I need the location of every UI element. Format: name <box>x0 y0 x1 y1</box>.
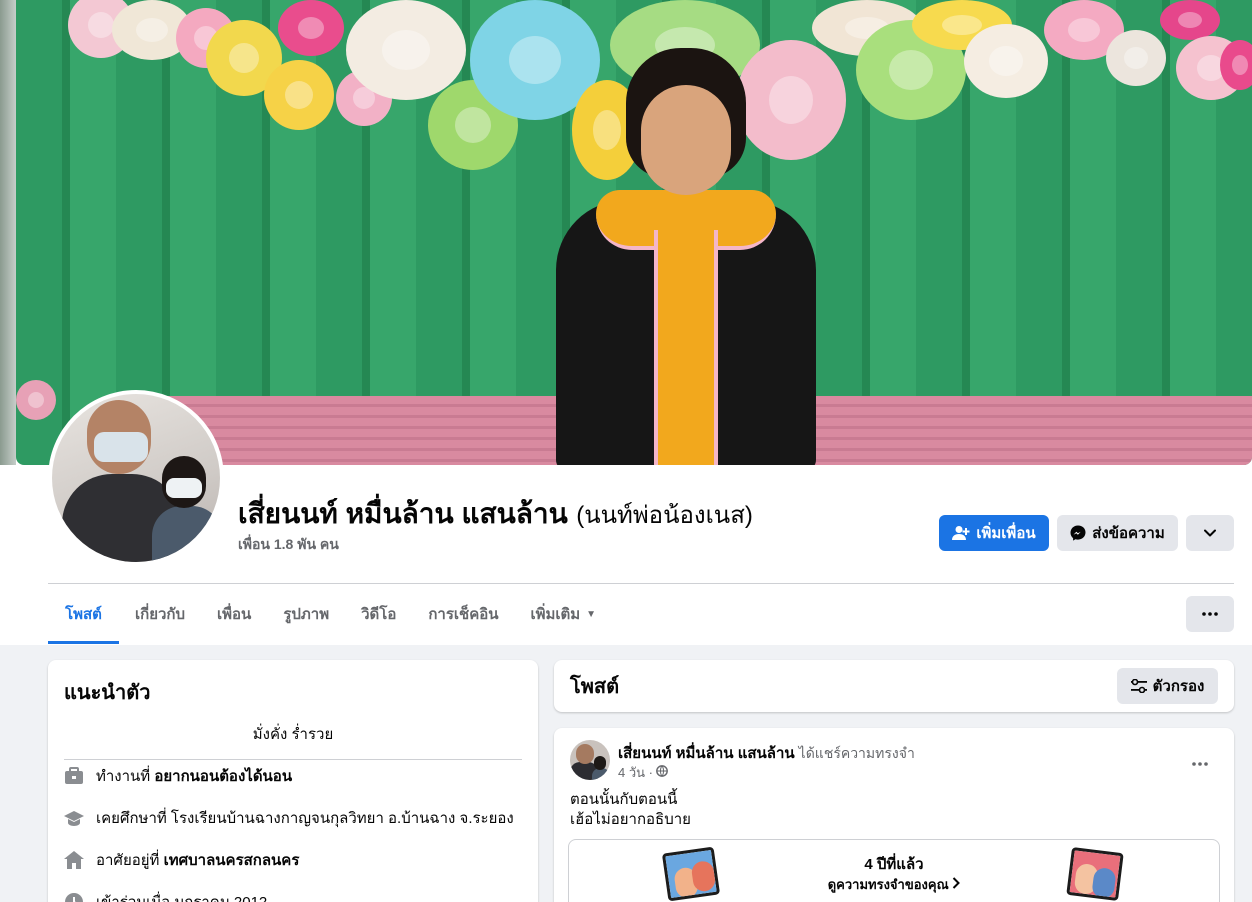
messenger-icon <box>1070 525 1086 541</box>
profile-dropdown-button[interactable] <box>1186 515 1234 551</box>
ellipsis-icon <box>1202 612 1218 616</box>
friends-count[interactable]: เพื่อน 1.8 พัน คน <box>238 534 339 556</box>
person-plus-icon <box>952 525 970 541</box>
lives-place[interactable]: เทศบาลนครสกลนคร <box>164 852 300 869</box>
flower <box>346 0 466 100</box>
profile-name-block: เสี่ยนนท์ หมื่นล้าน แสนล้าน (นนท์พ่อน้อง… <box>238 492 753 536</box>
flower <box>1106 30 1166 86</box>
clock-icon <box>64 892 84 902</box>
ellipsis-icon <box>1192 750 1208 771</box>
flower <box>1160 0 1220 40</box>
tab-videos[interactable]: วิดีโอ <box>345 584 412 644</box>
graduation-cap-icon <box>64 808 84 828</box>
chevron-right-icon <box>952 877 961 892</box>
joined-text: เข้าร่วมเมื่อ มกราคม 2012 <box>96 890 267 902</box>
post-card: เสี่ยนนท์ หมื่นล้าน แสนล้าน ได้แชร์ความทร… <box>554 728 1234 902</box>
add-friend-label: เพิ่มเพื่อน <box>976 525 1036 542</box>
flower <box>1220 40 1252 90</box>
profile-alternate-name: (นนท์พ่อน้องเนส) <box>576 502 753 529</box>
flower <box>964 24 1048 98</box>
sliders-icon <box>1130 679 1147 693</box>
globe-icon <box>656 765 668 780</box>
intro-title: แนะนำตัว <box>64 682 151 704</box>
intro-bio: มั่งคั่ง ร่ำรวย <box>252 726 334 743</box>
post-options-button[interactable] <box>1182 742 1218 778</box>
filter-label: ตัวกรอง <box>1152 678 1205 695</box>
left-edge-strip <box>0 0 16 465</box>
profile-picture[interactable] <box>48 390 224 566</box>
message-button[interactable]: ส่งข้อความ <box>1057 515 1178 551</box>
child-in-graduation-gown <box>536 40 836 465</box>
tabs-more-options-button[interactable] <box>1186 596 1234 632</box>
cover-photo[interactable] <box>16 0 1252 465</box>
memory-illustration <box>1066 847 1124 901</box>
post-author-name[interactable]: เสี่ยนนท์ หมื่นล้าน แสนล้าน <box>618 745 795 762</box>
intro-education-row: เคยศึกษาที่ โรงเรียนบ้านฉางกาญจนกุลวิทยา… <box>64 806 514 830</box>
caret-down-icon: ▼ <box>586 608 597 620</box>
post-author-avatar[interactable] <box>570 740 610 780</box>
intro-divider <box>64 759 522 760</box>
avatar <box>52 394 220 562</box>
intro-card: แนะนำตัว มั่งคั่ง ร่ำรวย ทำงานที่ อยากนอ… <box>48 660 538 902</box>
post-text-line: ตอนนั้นกับตอนนี้ <box>570 791 678 808</box>
posts-title: โพสต์ <box>570 676 620 698</box>
chevron-down-icon <box>1204 529 1216 537</box>
tab-posts[interactable]: โพสต์ <box>48 584 119 644</box>
flower <box>16 380 56 420</box>
see-memories-link[interactable]: ดูความทรงจำของคุณ <box>569 874 1219 895</box>
intro-lives-row: อาศัยอยู่ที่ เทศบาลนครสกลนคร <box>64 848 299 872</box>
posts-header-card: โพสต์ ตัวกรอง <box>554 660 1234 712</box>
filter-button[interactable]: ตัวกรอง <box>1117 668 1218 704</box>
post-action-text: ได้แชร์ความทรงจำ <box>798 745 915 761</box>
home-icon <box>64 850 84 870</box>
flower <box>264 60 334 130</box>
post-text: ตอนนั้นกับตอนนี้ เฮ้อไม่อยากอธิบาย <box>570 790 691 830</box>
tab-friends[interactable]: เพื่อน <box>201 584 267 644</box>
flower <box>278 0 344 56</box>
tab-photos[interactable]: รูปภาพ <box>267 584 345 644</box>
tab-about[interactable]: เกี่ยวกับ <box>119 584 201 644</box>
tab-check-ins[interactable]: การเช็คอิน <box>412 584 514 644</box>
profile-name: เสี่ยนนท์ หมื่นล้าน แสนล้าน <box>238 498 568 529</box>
message-label: ส่งข้อความ <box>1092 525 1165 542</box>
education-text: เคยศึกษาที่ โรงเรียนบ้านฉางกาญจนกุลวิทยา… <box>96 810 514 827</box>
add-friend-button[interactable]: เพิ่มเพื่อน <box>939 515 1049 551</box>
intro-work-row: ทำงานที่ อยากนอนต้องได้นอน <box>64 764 292 788</box>
intro-joined-row: เข้าร่วมเมื่อ มกราคม 2012 <box>64 890 267 902</box>
tab-more[interactable]: เพิ่มเติม ▼ <box>515 584 613 644</box>
post-text-line: เฮ้อไม่อยากอธิบาย <box>570 811 691 828</box>
briefcase-icon <box>64 766 84 786</box>
post-timestamp[interactable]: 4 วัน · <box>618 762 668 783</box>
profile-tabs: โพสต์ เกี่ยวกับ เพื่อน รูปภาพ วิดีโอ การ… <box>48 584 612 644</box>
work-place[interactable]: อยากนอนต้องได้นอน <box>154 768 292 785</box>
memory-attachment[interactable]: 4 ปีที่แล้ว ดูความทรงจำของคุณ <box>568 839 1220 902</box>
